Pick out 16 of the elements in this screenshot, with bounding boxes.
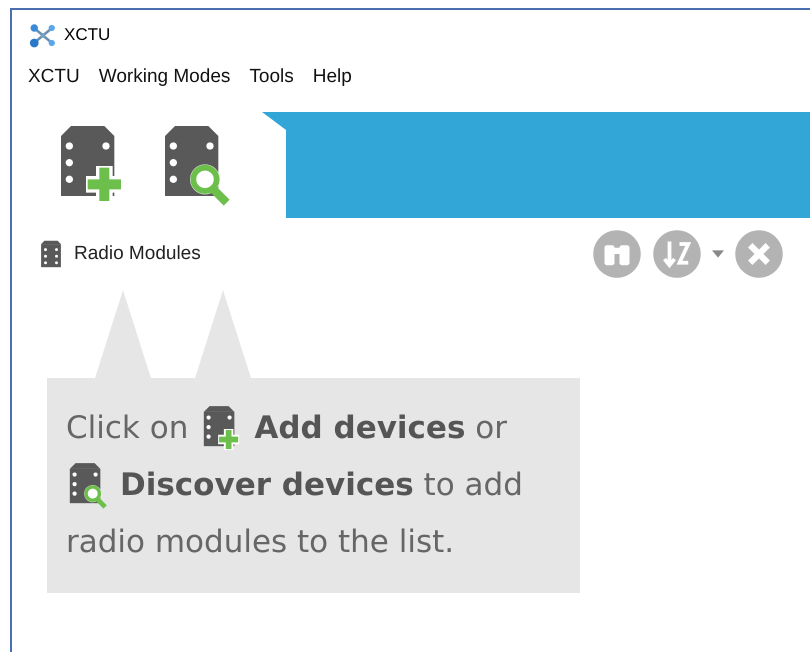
app-logo-icon — [28, 22, 58, 48]
sort-icon[interactable] — [652, 229, 702, 279]
close-icon[interactable] — [734, 229, 784, 279]
hint-text: radio modules to the list. — [66, 523, 454, 562]
panel-title: Radio Modules — [74, 243, 201, 265]
hint-text: Discover devices to add — [120, 466, 523, 505]
menu-item[interactable]: Tools — [241, 66, 301, 88]
menu-item[interactable]: XCTU — [28, 66, 87, 88]
caret-icon[interactable] — [712, 250, 724, 258]
binoculars-icon[interactable] — [592, 229, 642, 279]
menu-item[interactable]: Help — [304, 66, 359, 88]
window-title: XCTU — [64, 25, 110, 45]
hint-text: Click on — [66, 409, 188, 448]
menu-item[interactable]: Working Modes — [90, 66, 238, 88]
module-icon — [40, 239, 62, 269]
hint-text: Add devices or — [254, 409, 507, 448]
